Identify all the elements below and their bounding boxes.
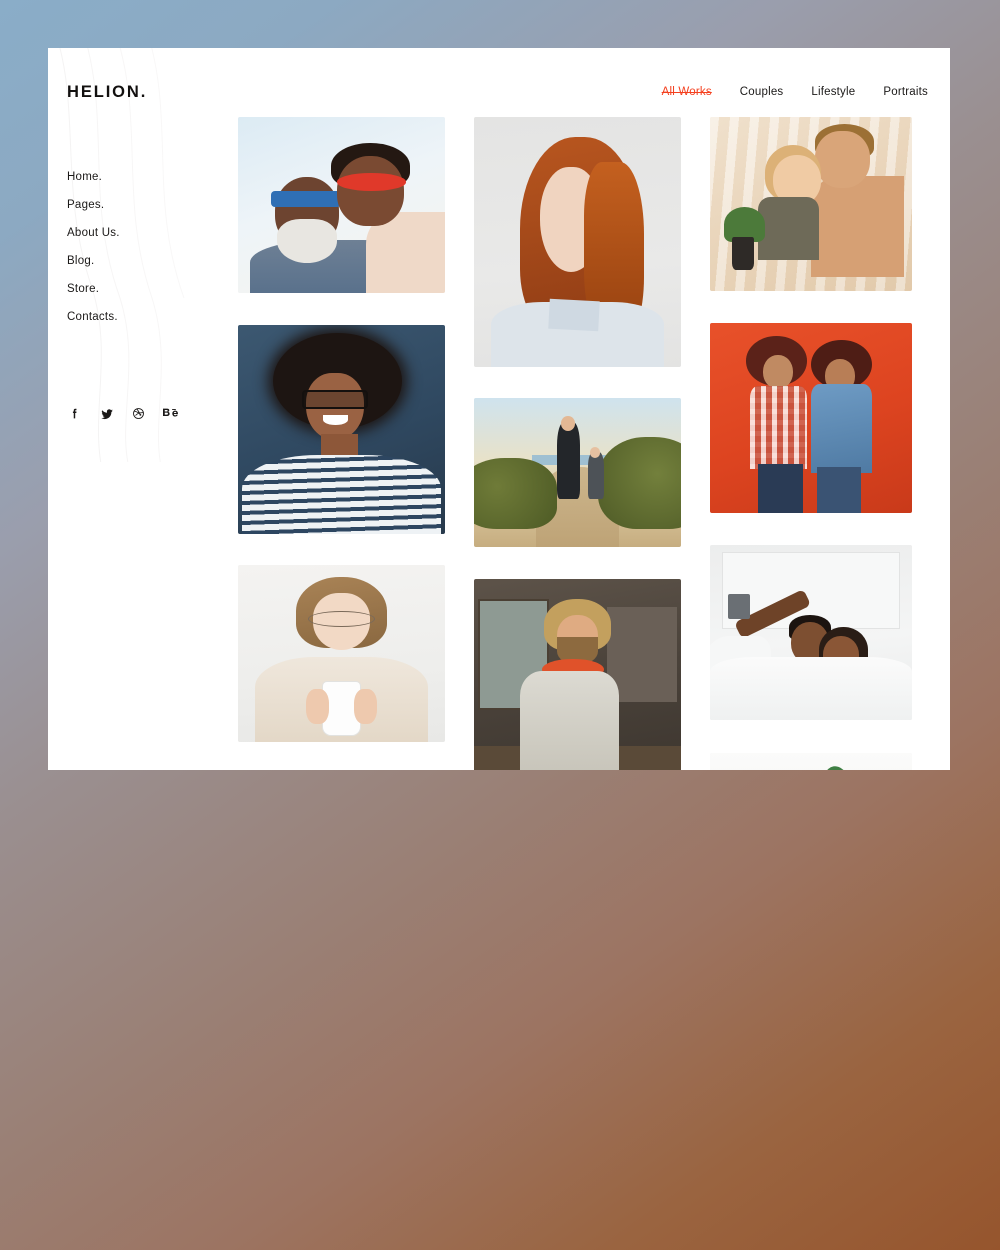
filter-portraits[interactable]: Portraits: [883, 86, 928, 99]
sidebar-item-about-us[interactable]: About Us.: [67, 227, 120, 240]
social-links: [67, 406, 178, 421]
tile-artwork: [238, 325, 445, 534]
sidebar-item-home[interactable]: Home.: [67, 171, 120, 184]
sidebar-item-blog[interactable]: Blog.: [67, 255, 120, 268]
tile-artwork: [710, 117, 912, 291]
sidebar-item-pages[interactable]: Pages.: [67, 199, 120, 212]
portfolio-gallery-grid: [238, 117, 950, 770]
gallery-column-3: [710, 117, 912, 770]
filter-lifestyle[interactable]: Lifestyle: [811, 86, 855, 99]
site-page-container: HELION. Home. Pages. About Us. Blog. Sto…: [48, 48, 950, 770]
twitter-icon[interactable]: [99, 406, 114, 421]
site-logo[interactable]: HELION.: [67, 83, 147, 102]
gallery-column-1: [238, 117, 445, 770]
sidebar-item-store[interactable]: Store.: [67, 283, 120, 296]
tile-portrait-afro-glasses[interactable]: [238, 325, 445, 534]
tile-artwork: [710, 323, 912, 513]
tile-couple-bed-warm[interactable]: [710, 117, 912, 291]
gallery-column-2: [474, 117, 681, 770]
tile-friends-orange-wall[interactable]: [710, 323, 912, 513]
behance-icon[interactable]: [163, 406, 178, 421]
tile-partial-plant[interactable]: [710, 753, 912, 770]
tile-artwork: [474, 117, 681, 367]
tile-runners-trail[interactable]: [474, 398, 681, 547]
sidebar-navigation: Home. Pages. About Us. Blog. Store. Cont…: [67, 171, 120, 324]
tile-artwork: [238, 565, 445, 742]
sidebar: HELION. Home. Pages. About Us. Blog. Sto…: [48, 48, 202, 462]
tile-artwork: [710, 753, 912, 770]
tile-workshop-man[interactable]: [474, 579, 681, 770]
portfolio-filter-nav: All Works Couples Lifestyle Portraits: [662, 86, 928, 99]
dribbble-icon[interactable]: [131, 406, 146, 421]
facebook-icon[interactable]: [67, 406, 82, 421]
tile-couple-sunglasses[interactable]: [238, 117, 445, 293]
tile-couple-selfie-bed[interactable]: [710, 545, 912, 720]
sidebar-item-contacts[interactable]: Contacts.: [67, 311, 120, 324]
tile-artwork: [710, 545, 912, 720]
filter-couples[interactable]: Couples: [740, 86, 784, 99]
tile-artwork: [238, 117, 445, 293]
tile-portrait-redhead[interactable]: [474, 117, 681, 367]
tile-artwork: [474, 398, 681, 547]
tile-woman-coffee[interactable]: [238, 565, 445, 742]
filter-all-works[interactable]: All Works: [662, 86, 712, 99]
tile-artwork: [474, 579, 681, 770]
